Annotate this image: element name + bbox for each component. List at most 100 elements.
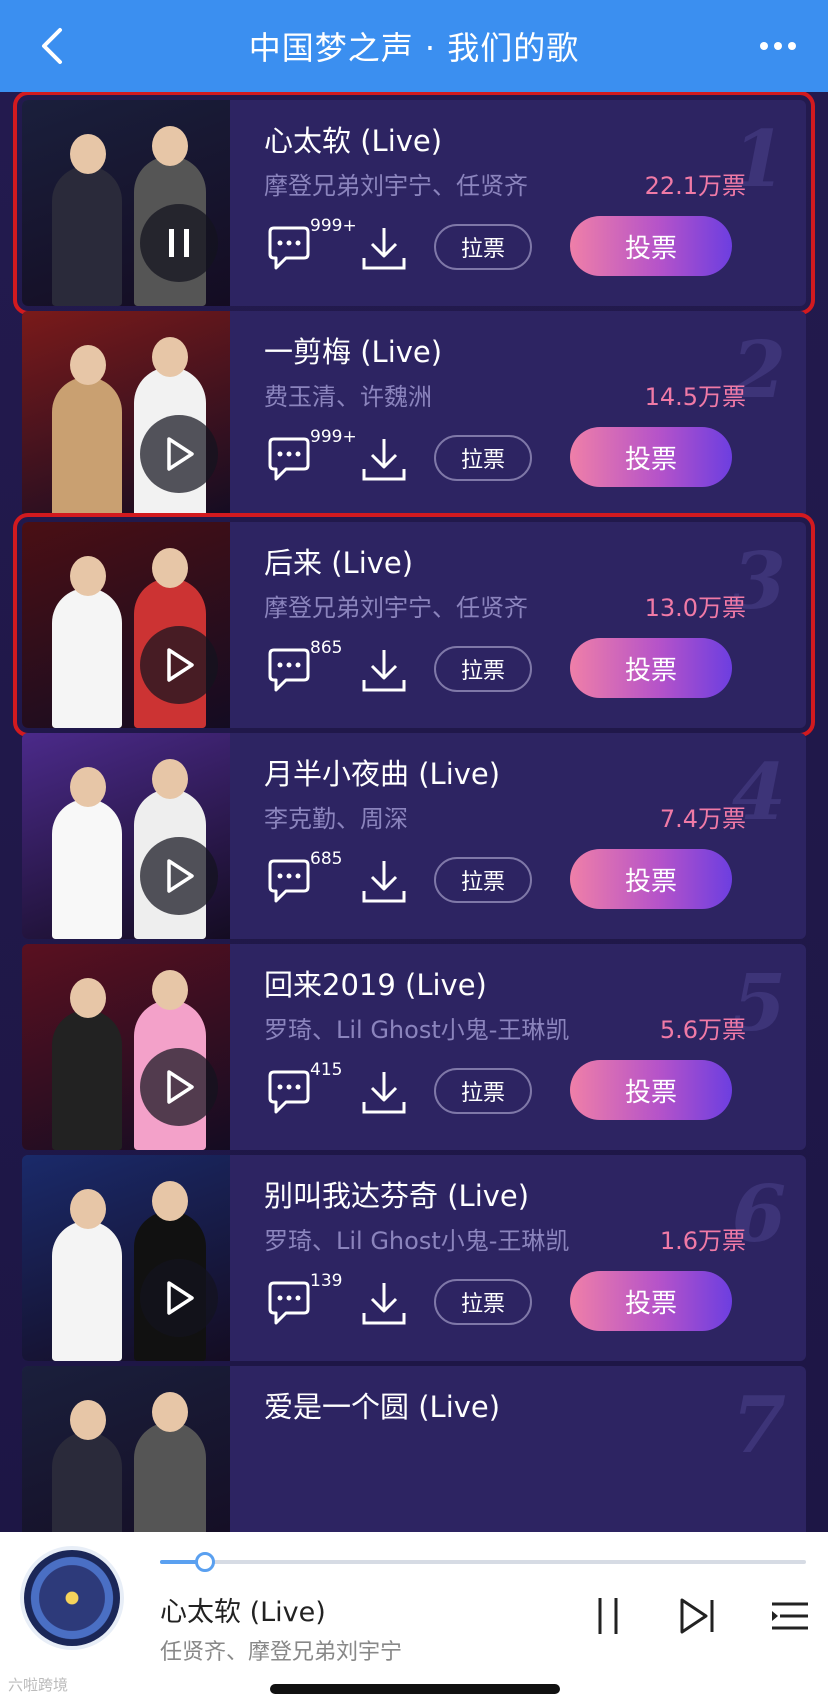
song-card[interactable]: 6 别叫我达芬奇 (Live) 罗琦、Lil Ghost小鬼-王琳凯 1.6万票… bbox=[22, 1155, 806, 1361]
vote-button[interactable]: 投票 bbox=[570, 849, 732, 909]
song-card[interactable]: 7 爱是一个圆 (Live) bbox=[22, 1366, 806, 1532]
comment-count: 865 bbox=[310, 638, 343, 658]
song-title[interactable]: 别叫我达芬奇 (Live) bbox=[264, 1173, 529, 1215]
song-thumbnail[interactable] bbox=[22, 1366, 230, 1532]
pause-icon bbox=[598, 1598, 618, 1634]
next-button[interactable] bbox=[676, 1594, 720, 1638]
song-actions: 999+ 拉票 投票 bbox=[264, 216, 784, 280]
song-artists: 罗琦、Lil Ghost小鬼-王琳凯 bbox=[264, 1016, 570, 1044]
song-thumbnail[interactable] bbox=[22, 522, 230, 728]
watermark: 六啦跨境 bbox=[8, 1676, 69, 1694]
play-icon bbox=[167, 648, 194, 682]
song-card[interactable]: 4 月半小夜曲 (Live) 李克勤、周深 7.4万票 685 拉票 投票 bbox=[22, 733, 806, 939]
song-artists: 摩登兄弟刘宇宁、任贤齐 bbox=[264, 172, 528, 200]
comment-count: 999+ bbox=[310, 427, 357, 447]
vote-button[interactable]: 投票 bbox=[570, 1271, 732, 1331]
vote-button[interactable]: 投票 bbox=[570, 1060, 732, 1120]
album-cover[interactable] bbox=[24, 1550, 120, 1646]
song-actions: 865 拉票 投票 bbox=[264, 638, 784, 702]
play-icon bbox=[167, 1070, 194, 1104]
comment-count: 139 bbox=[310, 1271, 343, 1291]
download-icon bbox=[362, 861, 406, 903]
download-icon bbox=[362, 1283, 406, 1325]
progress-knob[interactable] bbox=[195, 1552, 216, 1572]
download-icon bbox=[362, 1072, 406, 1114]
download-button[interactable] bbox=[360, 857, 408, 907]
song-thumbnail[interactable] bbox=[22, 100, 230, 306]
song-title[interactable]: 月半小夜曲 (Live) bbox=[264, 751, 500, 793]
canvass-button[interactable]: 拉票 bbox=[434, 224, 532, 270]
song-actions: 685 拉票 投票 bbox=[264, 849, 784, 913]
play-button[interactable] bbox=[140, 1048, 218, 1126]
song-thumbnail[interactable] bbox=[22, 1155, 230, 1361]
song-title[interactable]: 爱是一个圆 (Live) bbox=[264, 1384, 500, 1426]
song-card[interactable]: 2 一剪梅 (Live) 费玉清、许魏洲 14.5万票 999+ 拉票 投票 bbox=[22, 311, 806, 517]
vote-button[interactable]: 投票 bbox=[570, 638, 732, 698]
comment-count: 415 bbox=[310, 1060, 343, 1080]
rank-number: 7 bbox=[731, 1380, 786, 1471]
song-title[interactable]: 一剪梅 (Live) bbox=[264, 329, 442, 371]
progress-bar[interactable] bbox=[160, 1552, 806, 1572]
more-button[interactable] bbox=[750, 22, 806, 70]
song-artists: 李克勤、周深 bbox=[264, 805, 408, 833]
play-button[interactable] bbox=[140, 626, 218, 704]
play-button[interactable] bbox=[140, 1259, 218, 1337]
canvass-button[interactable]: 拉票 bbox=[434, 1068, 532, 1114]
canvass-button[interactable]: 拉票 bbox=[434, 435, 532, 481]
play-icon bbox=[167, 1281, 194, 1315]
vote-count: 1.6万票 bbox=[659, 1227, 746, 1255]
playlist-button[interactable] bbox=[768, 1594, 812, 1638]
vote-count: 13.0万票 bbox=[644, 594, 746, 622]
download-button[interactable] bbox=[360, 646, 408, 696]
play-icon bbox=[167, 859, 194, 893]
song-card[interactable]: 3 后来 (Live) 摩登兄弟刘宇宁、任贤齐 13.0万票 865 拉票 投票 bbox=[13, 513, 815, 737]
song-actions: 999+ 拉票 投票 bbox=[264, 427, 784, 491]
pause-icon bbox=[169, 229, 189, 257]
chevron-left-icon bbox=[42, 28, 62, 64]
playlist-icon bbox=[772, 1602, 808, 1630]
pause-button[interactable] bbox=[140, 204, 218, 282]
song-title[interactable]: 回来2019 (Live) bbox=[264, 962, 487, 1004]
vote-count: 5.6万票 bbox=[659, 1016, 746, 1044]
vote-count: 22.1万票 bbox=[644, 172, 746, 200]
song-actions: 415 拉票 投票 bbox=[264, 1060, 784, 1124]
canvass-button[interactable]: 拉票 bbox=[434, 646, 532, 692]
song-thumbnail[interactable] bbox=[22, 733, 230, 939]
song-thumbnail[interactable] bbox=[22, 944, 230, 1150]
song-thumbnail[interactable] bbox=[22, 311, 230, 517]
pause-button[interactable] bbox=[586, 1594, 630, 1638]
app-header: 中国梦之声 · 我们的歌 bbox=[0, 0, 828, 92]
vote-count: 14.5万票 bbox=[644, 383, 746, 411]
download-button[interactable] bbox=[360, 435, 408, 485]
now-playing-title: 心太软 (Live) bbox=[160, 1597, 326, 1628]
song-actions: 139 拉票 投票 bbox=[264, 1271, 784, 1335]
comment-count: 999+ bbox=[310, 216, 357, 236]
play-icon bbox=[167, 437, 194, 471]
download-icon bbox=[362, 439, 406, 481]
song-card[interactable]: 1 心太软 (Live) 摩登兄弟刘宇宁、任贤齐 22.1万票 999+ 拉票 … bbox=[13, 92, 815, 315]
play-button[interactable] bbox=[140, 837, 218, 915]
mini-player[interactable]: 心太软 (Live) 任贤齐、摩登兄弟刘宇宁 六啦跨境 bbox=[0, 1532, 828, 1706]
song-card[interactable]: 5 回来2019 (Live) 罗琦、Lil Ghost小鬼-王琳凯 5.6万票… bbox=[22, 944, 806, 1150]
vote-button[interactable]: 投票 bbox=[570, 216, 732, 276]
canvass-button[interactable]: 拉票 bbox=[434, 1279, 532, 1325]
song-title[interactable]: 心太软 (Live) bbox=[264, 118, 442, 160]
song-title[interactable]: 后来 (Live) bbox=[264, 540, 413, 582]
canvass-button[interactable]: 拉票 bbox=[434, 857, 532, 903]
download-button[interactable] bbox=[360, 1068, 408, 1118]
download-button[interactable] bbox=[360, 1279, 408, 1329]
next-track-icon bbox=[680, 1598, 714, 1634]
home-indicator bbox=[270, 1684, 560, 1694]
song-artists: 摩登兄弟刘宇宁、任贤齐 bbox=[264, 594, 528, 622]
vote-button[interactable]: 投票 bbox=[570, 427, 732, 487]
download-button[interactable] bbox=[360, 224, 408, 274]
now-playing-artist: 任贤齐、摩登兄弟刘宇宁 bbox=[160, 1640, 403, 1665]
back-button[interactable] bbox=[28, 22, 76, 70]
song-list[interactable]: 1 心太软 (Live) 摩登兄弟刘宇宁、任贤齐 22.1万票 999+ 拉票 … bbox=[0, 92, 828, 1532]
page-title: 中国梦之声 · 我们的歌 bbox=[248, 29, 580, 67]
comment-count: 685 bbox=[310, 849, 343, 869]
download-icon bbox=[362, 650, 406, 692]
play-button[interactable] bbox=[140, 415, 218, 493]
download-icon bbox=[362, 228, 406, 270]
song-artists: 罗琦、Lil Ghost小鬼-王琳凯 bbox=[264, 1227, 570, 1255]
